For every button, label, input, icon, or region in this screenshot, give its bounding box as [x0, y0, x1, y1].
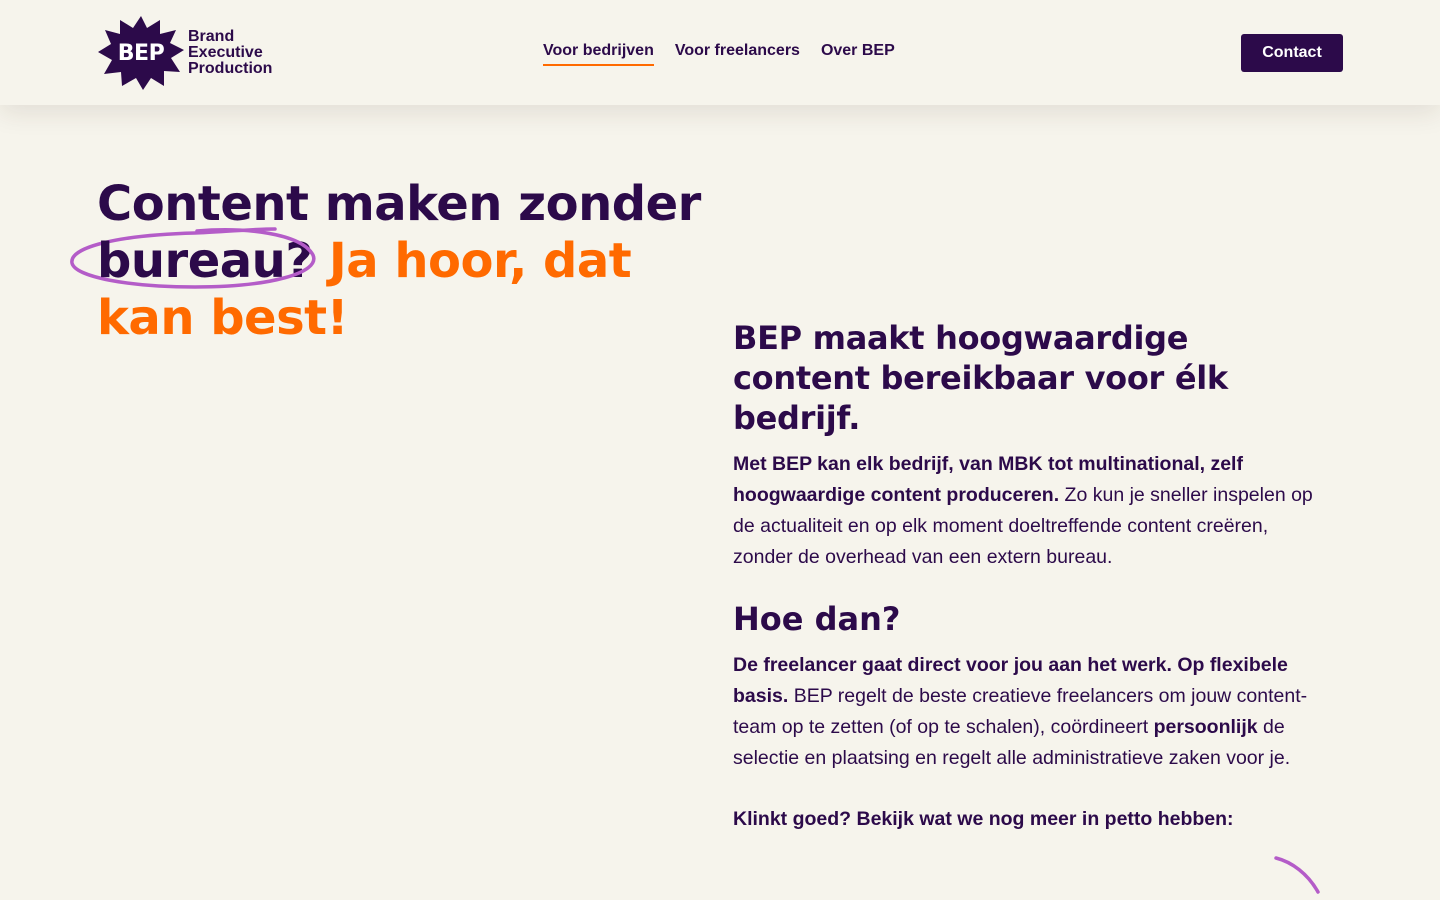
hero-heading: Content maken zonder bureau ? Ja hoor, d… [70, 176, 717, 347]
nav-over-bep[interactable]: Over BEP [821, 42, 895, 64]
logo-word-brand: Brand [188, 28, 235, 45]
hero-section: Content maken zonder bureau ? Ja hoor, d… [70, 176, 717, 347]
nav-voor-freelancers[interactable]: Voor freelancers [675, 42, 800, 64]
how-bold-2: persoonlijk [1153, 716, 1258, 738]
intro-section: BEP maakt hoogwaardige content bereikbaa… [733, 318, 1333, 835]
how-title: Hoe dan? [733, 600, 901, 638]
cta-text: Klinkt goed? Bekijk wat we nog meer in p… [733, 808, 1234, 830]
hero-heading-qmark: ? [285, 233, 313, 289]
logo-badge-text: BEP [117, 40, 165, 66]
hero-heading-part1: Content maken zonder [97, 176, 701, 232]
intro-paragraph: Met BEP kan elk bedrijf, van MBK tot mul… [733, 449, 1333, 573]
contact-button[interactable]: Contact [1241, 34, 1343, 72]
logo-word-executive: Executive [188, 44, 263, 61]
intro-title: BEP maakt hoogwaardige content bereikbaa… [733, 319, 1228, 437]
hero-circled-word: bureau [70, 227, 316, 290]
site-header: BEP Brand Executive Production Voor bedr… [0, 0, 1440, 105]
nav-voor-bedrijven[interactable]: Voor bedrijven [543, 42, 654, 66]
decorative-swoosh-icon [1274, 856, 1320, 894]
logo-word-production: Production [188, 60, 273, 77]
main-nav: Voor bedrijven Voor freelancers Over BEP [543, 42, 895, 66]
logo-wordmark: Brand Executive Production [188, 29, 272, 77]
logo-starburst-icon: BEP [98, 16, 184, 90]
bep-logo[interactable]: BEP Brand Executive Production [98, 16, 288, 90]
hero-heading-circled-text: bureau [97, 233, 286, 289]
how-paragraph: De freelancer gaat direct voor jou aan h… [733, 650, 1333, 774]
